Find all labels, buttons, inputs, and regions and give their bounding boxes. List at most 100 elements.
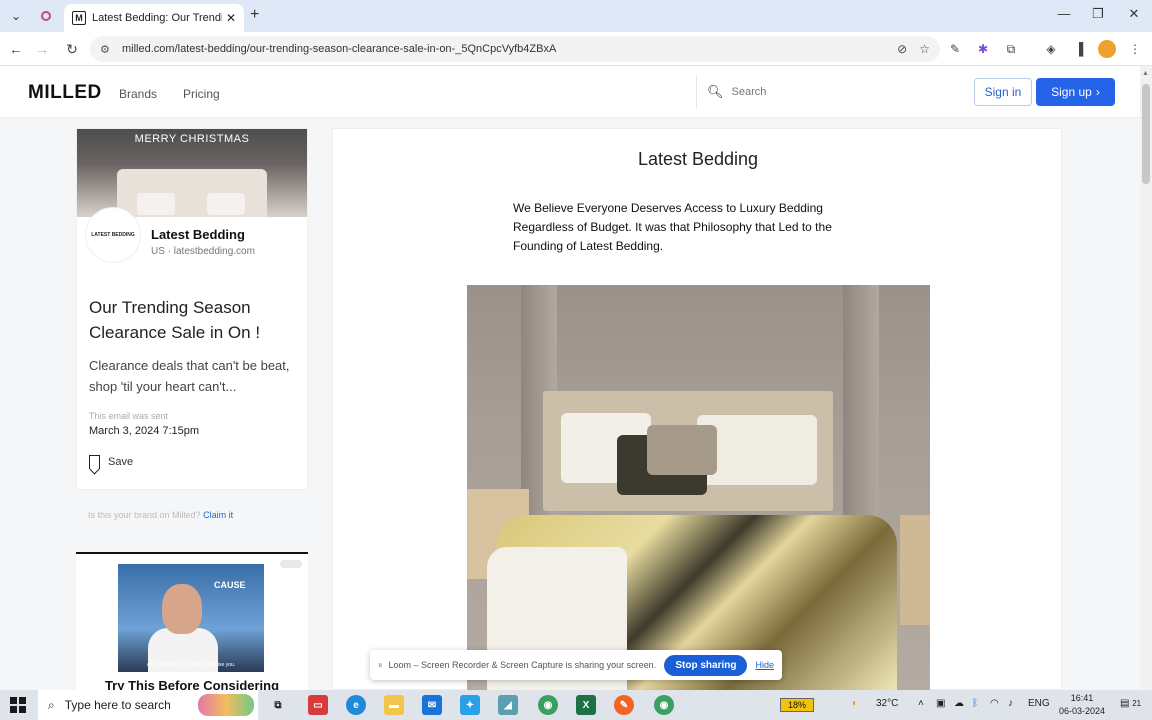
sign-up-button[interactable]: Sign up › (1036, 78, 1115, 106)
address-bar[interactable]: ⚙ milled.com/latest-bedding/our-trending… (90, 36, 940, 62)
ad-card[interactable]: CAUSE and I promise it is going to surpr… (76, 552, 308, 690)
bluetooth-icon[interactable]: ᛒ (972, 698, 978, 709)
extension-shield-icon[interactable]: ◈ (1042, 40, 1060, 58)
chevron-right-icon: › (1095, 85, 1100, 99)
reload-icon[interactable]: ↻ (62, 39, 82, 59)
pillow (647, 425, 717, 475)
onedrive-icon[interactable]: ☁ (954, 698, 964, 709)
search-input[interactable] (731, 86, 932, 98)
excel-icon[interactable]: X (576, 695, 596, 715)
bedding-product-image[interactable] (467, 285, 930, 691)
site-settings-icon[interactable]: ⚙ (100, 43, 114, 56)
app-blue-icon[interactable]: ✦ (460, 695, 480, 715)
email-description: Clearance deals that can't be beat, shop… (89, 358, 290, 394)
taskbar-search[interactable]: ⌕ Type here to search (38, 690, 258, 720)
nav-pricing[interactable]: Pricing (183, 87, 220, 101)
language-indicator[interactable]: ENG (1028, 698, 1050, 709)
hide-button[interactable]: Hide (755, 660, 774, 670)
site-header: MILLED Brands Pricing 🔍︎ Sign in Sign up… (0, 66, 1140, 118)
brand-meta: US · latestbedding.com (151, 246, 255, 257)
bookmark-icon (89, 455, 100, 469)
claim-brand-text: Is this your brand on Milled? Claim it (88, 510, 233, 520)
app-teal-icon[interactable]: ◢ (498, 695, 518, 715)
ad-headline[interactable]: Try This Before Considering (76, 678, 308, 690)
close-window-icon[interactable]: ✕ (1124, 6, 1144, 22)
tray-chevron-icon[interactable]: ˄ (918, 698, 924, 709)
extensions-icon[interactable]: ⧉ (1002, 40, 1020, 58)
clock-date: 06-03-2024 (1058, 706, 1106, 716)
browser-toolbar: ← → ↻ ⚙ milled.com/latest-bedding/our-tr… (0, 32, 1152, 66)
extension-pen-icon[interactable]: ✎ (946, 40, 964, 58)
thumbnail-headline: MERRY CHRISTMAS (134, 133, 250, 145)
save-label: Save (108, 456, 134, 468)
brand-logo[interactable]: LATEST BEDDING (85, 207, 141, 263)
chair (900, 515, 930, 625)
ad-badge (280, 560, 302, 568)
side-panel-icon[interactable]: ▐ (1070, 40, 1088, 58)
wifi-icon[interactable]: ◠ (990, 698, 999, 709)
nav-brands[interactable]: Brands (119, 87, 157, 101)
email-intro-text: We Believe Everyone Deserves Access to L… (513, 201, 832, 253)
volume-icon[interactable]: ♪ (1008, 698, 1013, 709)
windows-taskbar: ⌕ Type here to search ⧉ ▭ e ▬ ✉ ✦ ◢ ◉ X … (0, 690, 1152, 720)
task-view-icon[interactable]: ⧉ (268, 695, 288, 715)
scroll-thumb[interactable] (1142, 84, 1150, 184)
menu-icon[interactable]: ⋮ (1126, 40, 1144, 58)
clock[interactable]: 16:41 06-03-2024 (1054, 692, 1110, 718)
email-thumbnail[interactable]: MERRY CHRISTMAS (77, 129, 307, 217)
file-explorer-icon[interactable]: ▬ (384, 695, 404, 715)
tab-inactive[interactable] (30, 4, 62, 28)
tab-title: Latest Bedding: Our Trending S (92, 12, 222, 24)
url-text: milled.com/latest-bedding/our-trending-s… (122, 43, 557, 55)
email-info-card: MERRY CHRISTMAS LATEST BEDDING Latest Be… (76, 128, 308, 490)
stop-sharing-button[interactable]: Stop sharing (664, 654, 748, 676)
profile-avatar[interactable] (1098, 40, 1116, 58)
ad-video-thumbnail[interactable]: CAUSE and I promise it is going to surpr… (118, 564, 264, 672)
sign-up-label: Sign up (1051, 85, 1092, 99)
tab-close-icon[interactable]: ✕ (226, 11, 236, 25)
app-orange-icon[interactable]: ✎ (614, 695, 634, 715)
new-tab-icon[interactable]: + (250, 6, 259, 24)
brand-name[interactable]: Latest Bedding (151, 227, 245, 242)
thumbnail-bed-image (117, 169, 267, 217)
chrome-active-icon[interactable]: ◉ (654, 695, 674, 715)
email-brand-heading: Latest Bedding (637, 149, 759, 169)
sign-in-button[interactable]: Sign in (974, 78, 1032, 106)
weather-icon[interactable]: ◐ (852, 698, 858, 709)
notification-center[interactable]: ▤ 21 (1120, 698, 1141, 709)
milled-favicon-icon: M (72, 11, 86, 25)
weather-temp[interactable]: 32°C (876, 698, 898, 709)
windows-start-icon[interactable] (10, 697, 26, 713)
page-scrollbar[interactable]: ▲ (1140, 66, 1152, 690)
claim-link[interactable]: Claim it (203, 510, 233, 520)
loom-message: Loom – Screen Recorder & Screen Capture … (388, 660, 657, 670)
tab-active[interactable]: M Latest Bedding: Our Trending S ✕ (64, 4, 244, 32)
camera-off-icon[interactable]: ⊘ (897, 42, 907, 56)
sent-label: This email was sent (89, 411, 169, 421)
restore-icon[interactable]: ❐ (1088, 6, 1108, 22)
edge-icon[interactable]: e (346, 695, 366, 715)
search-icon: ⌕ (48, 697, 55, 712)
forward-icon[interactable]: → (32, 39, 52, 59)
scroll-up-icon[interactable]: ▲ (1142, 70, 1149, 77)
tray-app-icon[interactable]: ▣ (936, 698, 945, 709)
browser-tabstrip: ⌄ M Latest Bedding: Our Trending S ✕ + —… (0, 0, 1152, 32)
minimize-icon[interactable]: — (1054, 6, 1074, 21)
bookmark-star-icon[interactable]: ☆ (919, 42, 930, 56)
sent-date: March 3, 2024 7:15pm (89, 425, 200, 437)
app-red-icon[interactable]: ▭ (308, 695, 328, 715)
back-icon[interactable]: ← (6, 39, 26, 59)
tab-search-icon[interactable]: ⌄ (6, 6, 26, 26)
drag-handle-icon[interactable]: ⏸ (378, 660, 383, 671)
extension-puzzle-color-icon[interactable]: ✱ (974, 40, 992, 58)
search-icon: 🔍︎ (707, 84, 724, 99)
mail-icon[interactable]: ✉ (422, 695, 442, 715)
thumbnail-pillow (137, 193, 175, 215)
chrome-icon[interactable]: ◉ (538, 695, 558, 715)
notification-count: 21 (1132, 699, 1142, 708)
battery-indicator[interactable]: 18% (780, 698, 814, 712)
milled-logo[interactable]: MILLED (28, 82, 102, 104)
ad-cause-label: CAUSE (214, 580, 246, 590)
save-button[interactable]: Save (89, 455, 133, 469)
clock-time: 16:41 (1070, 693, 1094, 703)
